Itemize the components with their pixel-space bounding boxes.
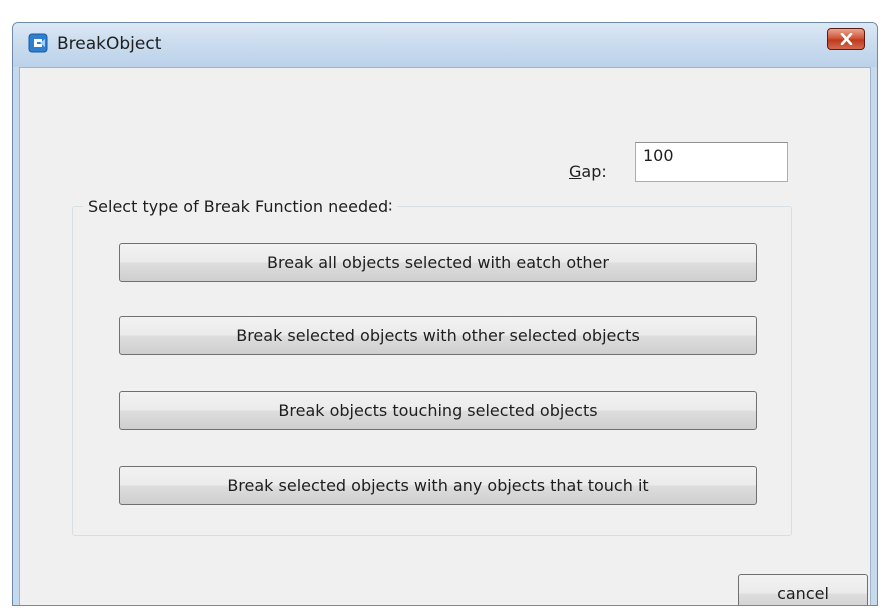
break-all-selected-button[interactable]: Break all objects selected with eatch ot… <box>119 243 757 282</box>
window-title: BreakObject <box>57 34 162 54</box>
break-selected-with-selected-button[interactable]: Break selected objects with other select… <box>119 316 757 355</box>
gap-label-accelerator: G <box>569 162 582 181</box>
breakobject-dialog: BreakObject Gap: Select type of Break Fu… <box>12 22 878 606</box>
break-touching-selected-button[interactable]: Break objects touching selected objects <box>119 391 757 430</box>
gap-label-text: ap: <box>581 162 607 181</box>
close-icon <box>840 33 853 45</box>
cancel-button[interactable]: cancel <box>738 574 868 605</box>
close-button[interactable] <box>827 28 865 50</box>
app-icon <box>28 33 48 53</box>
gap-input[interactable] <box>635 142 788 182</box>
title-bar[interactable]: BreakObject <box>13 23 877 67</box>
dialog-client-area: Gap: Select type of Break Function neede… <box>19 67 871 605</box>
gap-label: Gap: <box>569 162 607 181</box>
break-selected-with-touching-button[interactable]: Break selected objects with any objects … <box>119 466 757 505</box>
groupbox-legend: Select type of Break Function needed∶ <box>83 197 398 216</box>
